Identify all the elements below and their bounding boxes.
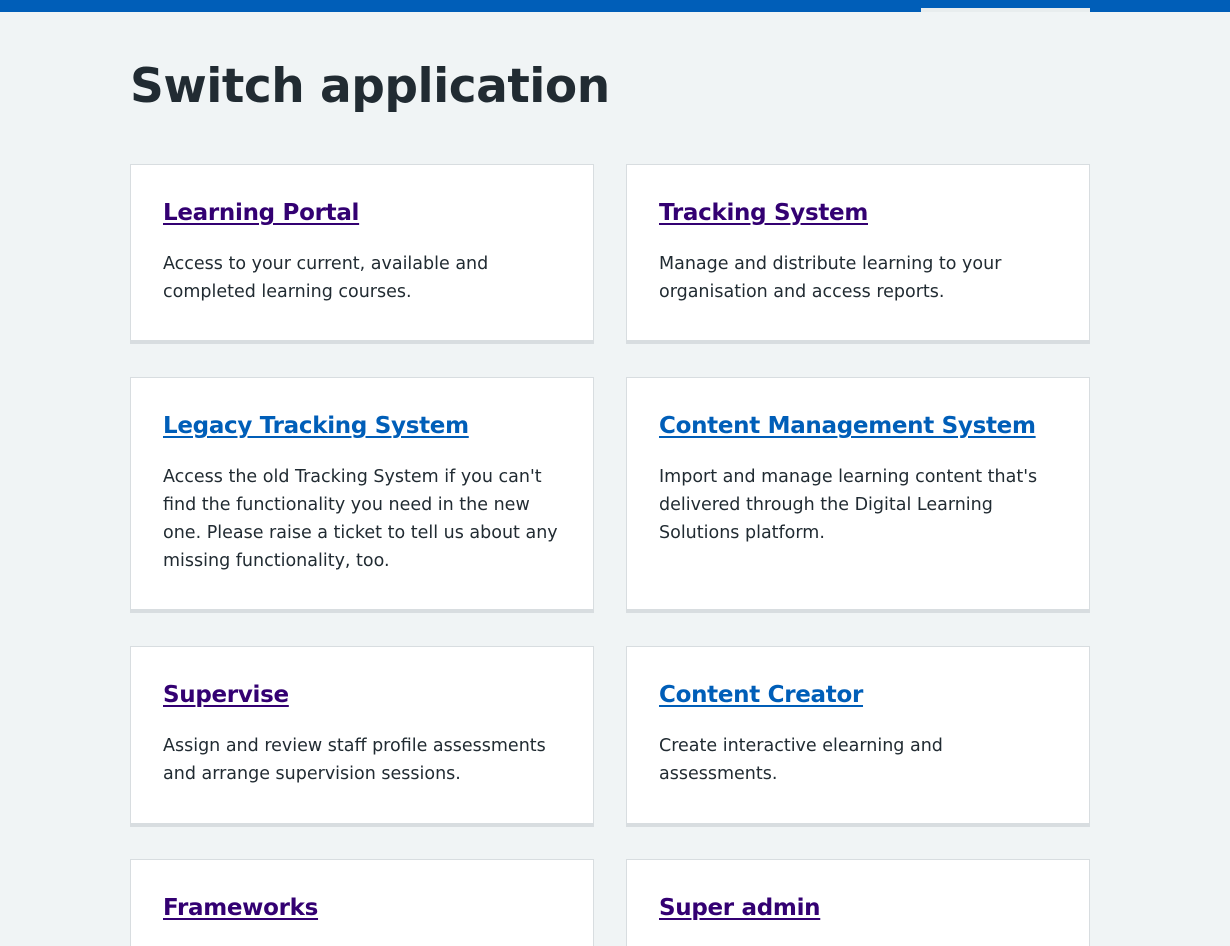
card-learning-portal: Learning Portal Access to your current, … [130,164,594,344]
frameworks-link[interactable]: Frameworks [163,893,318,923]
card-content-creator: Content Creator Create interactive elear… [626,646,1090,827]
super-admin-link[interactable]: Super admin [659,893,821,923]
card-legacy-tracking-system: Legacy Tracking System Access the old Tr… [130,377,594,613]
card-content-management-system: Content Management System Import and man… [626,377,1090,613]
card-tracking-system: Tracking System Manage and distribute le… [626,164,1090,344]
card-description: Assign and review staff profile assessme… [163,736,546,784]
tracking-system-link[interactable]: Tracking System [659,198,868,228]
learning-portal-link[interactable]: Learning Portal [163,198,359,228]
content-creator-link[interactable]: Content Creator [659,680,863,710]
card-supervise: Supervise Assign and review staff profil… [130,646,594,827]
content-management-system-link[interactable]: Content Management System [659,411,1036,441]
page-title: Switch application [130,59,610,114]
legacy-tracking-system-link[interactable]: Legacy Tracking System [163,411,469,441]
card-description: Create interactive elearning and assessm… [659,736,943,784]
supervise-link[interactable]: Supervise [163,680,289,710]
card-description: Access to your current, available and co… [163,254,489,302]
card-description: Manage and distribute learning to your o… [659,254,1002,302]
card-description: Access the old Tracking System if you ca… [163,467,558,571]
card-super-admin: Super admin [626,859,1090,946]
card-description: Import and manage learning content that'… [659,467,1038,543]
header-active-tab-indicator [921,8,1090,12]
card-frameworks: Frameworks [130,859,594,946]
